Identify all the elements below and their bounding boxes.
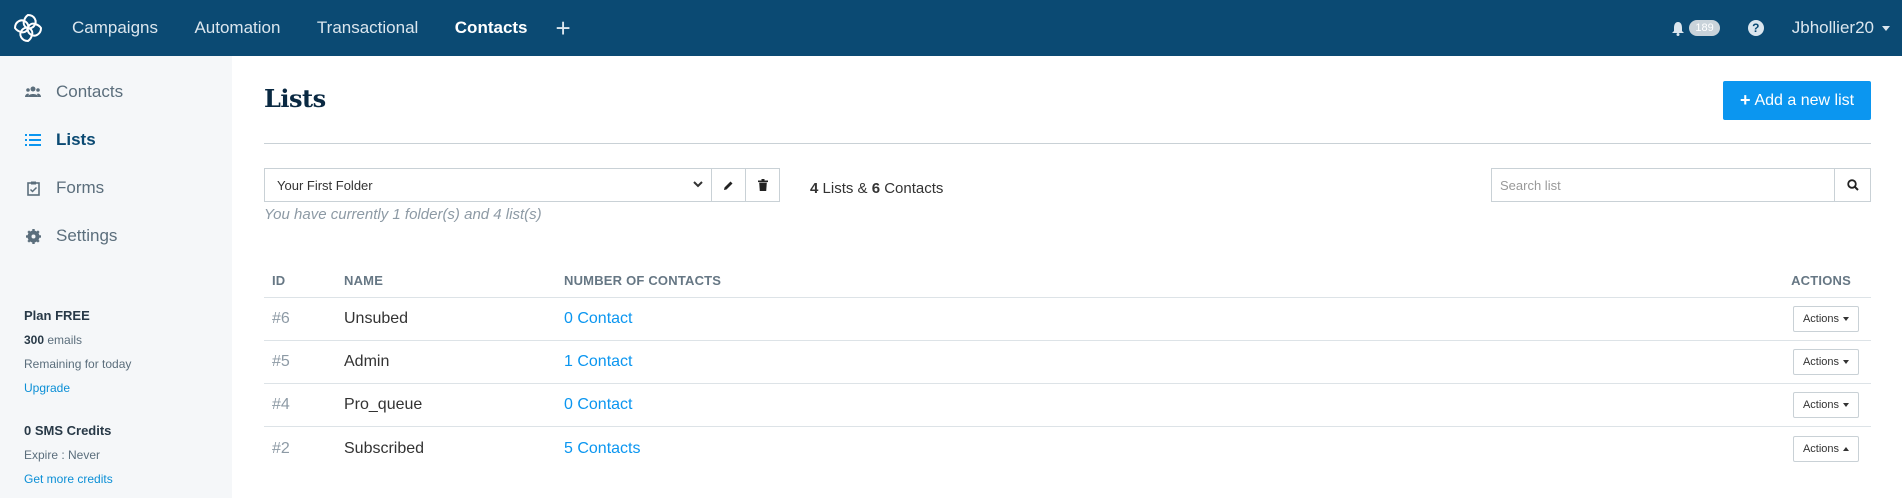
lists-label: Lists & — [822, 180, 868, 197]
sms-title: 0 SMS Credits — [24, 423, 112, 438]
list-contacts-link[interactable]: 0 Contact — [564, 396, 1751, 414]
caret-up-icon — [1843, 446, 1850, 451]
help-icon[interactable]: ? — [1747, 20, 1764, 36]
emails-count: 300 — [24, 333, 45, 347]
notifications[interactable]: 189 — [1671, 20, 1720, 36]
get-credits-link[interactable]: Get more credits — [24, 472, 232, 486]
sidebar-item-settings[interactable]: Settings — [0, 212, 232, 260]
list-id: #5 — [272, 353, 290, 370]
remaining-label: Remaining for today — [24, 357, 132, 371]
list-name[interactable]: Admin — [344, 353, 564, 371]
sms-info: 0 SMS Credits Expire : Never Get more cr… — [0, 423, 232, 486]
sidebar-item-forms[interactable]: Forms — [0, 164, 232, 212]
sidebar: Contacts Lists Forms Settings Plan FREE … — [0, 56, 232, 498]
gear-icon — [24, 227, 42, 245]
brand-logo-icon[interactable] — [0, 0, 56, 56]
divider — [264, 143, 1871, 144]
list-contacts-link[interactable]: 1 Contact — [564, 353, 1751, 371]
list-id: #4 — [272, 396, 290, 413]
users-icon — [24, 83, 42, 101]
search-button[interactable] — [1835, 168, 1871, 202]
header-id[interactable]: ID — [264, 273, 344, 288]
username: Jbhollier20 — [1791, 18, 1874, 37]
search-icon — [1846, 179, 1859, 191]
actions-label: Actions — [1802, 313, 1840, 325]
edit-folder-button[interactable] — [712, 168, 746, 202]
caret-down-icon — [1843, 360, 1850, 364]
list-name[interactable]: Subscribed — [344, 440, 564, 458]
folder-select[interactable]: Your First Folder — [264, 168, 712, 202]
actions-dropdown[interactable]: Actions — [1793, 435, 1859, 462]
clipboard-icon — [24, 179, 42, 197]
list-contacts-link[interactable]: 5 Contacts — [564, 440, 1751, 458]
sms-expire: Expire : Never — [24, 448, 101, 462]
sidebar-item-lists[interactable]: Lists — [0, 116, 232, 164]
delete-folder-button[interactable] — [746, 168, 780, 202]
main-content: Lists + Add a new list Your First Folder… — [232, 56, 1902, 498]
plus-icon[interactable]: + — [556, 15, 571, 41]
sidebar-item-label: Forms — [56, 178, 105, 197]
caret-down-icon — [1843, 403, 1850, 407]
bell-icon — [1672, 21, 1685, 36]
user-menu[interactable]: Jbhollier20 — [1792, 18, 1890, 38]
actions-label: Actions — [1802, 442, 1840, 455]
notification-badge: 189 — [1689, 20, 1720, 36]
table-row: #2 Subscribed 5 Contacts Actions — [264, 427, 1871, 470]
emails-quota: 300 emails — [24, 333, 232, 347]
folder-controls: Your First Folder — [264, 168, 780, 202]
page-title: Lists — [264, 84, 326, 113]
nav-campaigns[interactable]: Campaigns — [72, 18, 158, 38]
lists-table: ID NAME NUMBER OF CONTACTS ACTIONS #6 Un… — [264, 264, 1871, 470]
actions-label: Actions — [1802, 356, 1840, 368]
pencil-icon — [724, 181, 733, 190]
lists-contacts-count: 4 Lists & 6 Contacts — [810, 180, 943, 197]
actions-dropdown[interactable]: Actions — [1793, 306, 1859, 332]
actions-dropdown[interactable]: Actions — [1793, 392, 1859, 418]
list-id: #6 — [272, 310, 290, 327]
lists-count: 4 — [810, 180, 819, 197]
sidebar-item-contacts[interactable]: Contacts — [0, 68, 232, 116]
search-input[interactable]: Search list — [1491, 168, 1835, 202]
header-actions: ACTIONS — [1791, 273, 1851, 288]
actions-dropdown[interactable]: Actions — [1793, 349, 1859, 375]
caret-down-icon — [1843, 317, 1850, 321]
nav-contacts[interactable]: Contacts — [455, 18, 528, 38]
nav-transactional[interactable]: Transactional — [317, 18, 418, 38]
contacts-count: 6 — [871, 180, 881, 197]
folder-select-value: Your First Folder — [277, 177, 373, 193]
header-name[interactable]: NAME — [344, 273, 564, 288]
table-header: ID NAME NUMBER OF CONTACTS ACTIONS — [264, 264, 1871, 298]
sidebar-item-label: Lists — [56, 130, 96, 149]
user-nav: 189 ? Jbhollier20 — [1671, 0, 1902, 56]
list-icon — [24, 131, 42, 149]
top-navbar: Campaigns Automation Transactional Conta… — [0, 0, 1902, 56]
header-number-of-contacts[interactable]: NUMBER OF CONTACTS — [564, 273, 1751, 288]
contacts-label: Contacts — [884, 180, 944, 197]
list-name[interactable]: Pro_queue — [344, 396, 564, 414]
table-row: #4 Pro_queue 0 Contact Actions — [264, 384, 1871, 427]
sidebar-item-label: Contacts — [56, 82, 124, 101]
emails-label: emails — [47, 333, 83, 347]
folder-note: You have currently 1 folder(s) and 4 lis… — [264, 206, 542, 223]
chevron-down-icon — [693, 181, 703, 188]
sidebar-item-label: Settings — [56, 226, 118, 245]
add-list-label: Add a new list — [1754, 91, 1855, 109]
table-row: #6 Unsubed 0 Contact Actions — [264, 298, 1871, 341]
chevron-down-icon — [1882, 25, 1890, 31]
add-list-button[interactable]: + Add a new list — [1723, 81, 1871, 120]
list-name[interactable]: Unsubed — [344, 310, 564, 328]
plus-icon: + — [1739, 90, 1751, 110]
list-id: #2 — [272, 439, 290, 457]
nav-automation[interactable]: Automation — [194, 18, 280, 38]
upgrade-link[interactable]: Upgrade — [24, 381, 232, 395]
trash-icon — [757, 179, 768, 191]
main-nav: Campaigns Automation Transactional Conta… — [56, 18, 544, 38]
table-row: #5 Admin 1 Contact Actions — [264, 341, 1871, 384]
plan-info: Plan FREE 300 emails Remaining for today… — [0, 308, 232, 395]
list-search: Search list — [1491, 168, 1871, 202]
plan-title: Plan FREE — [24, 308, 90, 323]
actions-label: Actions — [1802, 399, 1840, 411]
list-contacts-link[interactable]: 0 Contact — [564, 310, 1751, 328]
